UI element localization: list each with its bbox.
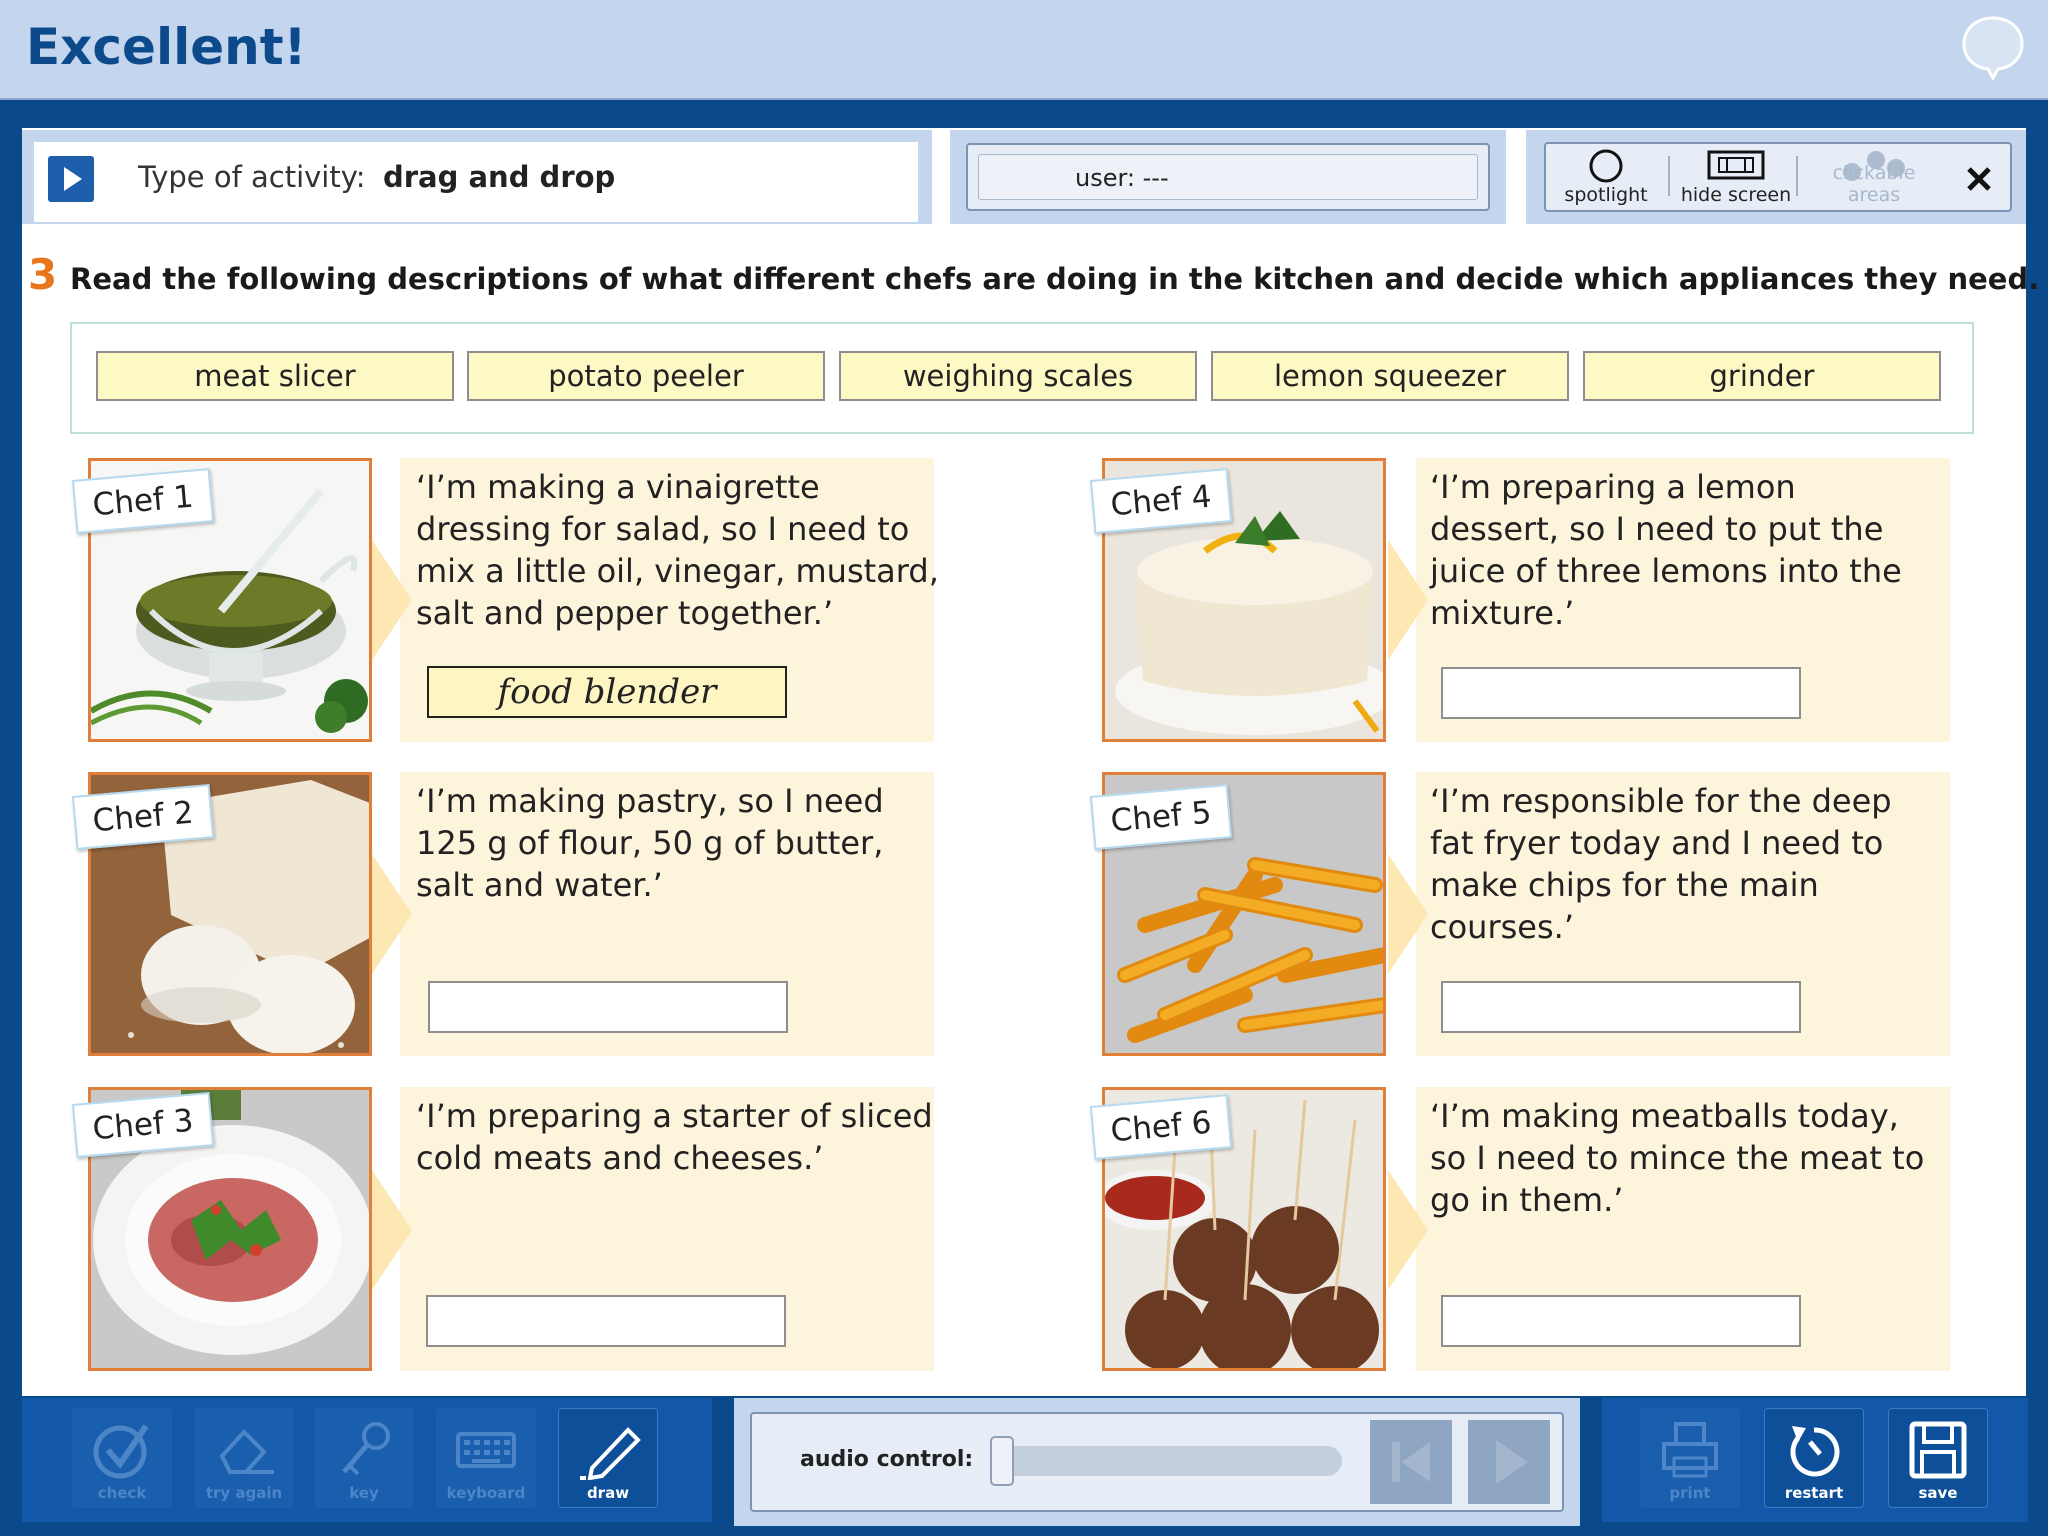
word-chip-lemon-squeezer[interactable]: lemon squeezer [1211,351,1569,401]
tool-divider [1668,156,1670,196]
chef-4-answer-slot[interactable] [1441,667,1801,719]
spotlight-label: spotlight [1564,184,1648,206]
close-icon[interactable] [1966,166,1992,192]
keyboard-icon [456,1432,516,1468]
chef-1-description: ‘I’m making a vinaigrette dressing for s… [416,468,939,632]
user-field [978,154,1478,200]
audio-control-label: audio control: [800,1447,974,1472]
activity-type-value: drag and drop [383,160,616,194]
keyboard-button[interactable]: keyboard [436,1408,536,1508]
activity-type-label: Type of activity: [138,160,366,194]
try-again-button[interactable]: try again [194,1408,294,1508]
save-button[interactable]: save [1888,1408,1988,1508]
exercise-instruction: Read the following descriptions of what … [70,262,2040,296]
pencil-icon [580,1427,641,1480]
check-icon [93,1424,149,1479]
restart-button[interactable]: restart [1764,1408,1864,1508]
spotlight-button[interactable]: spotlight [1552,146,1660,208]
card-pointer [1388,1170,1428,1290]
user-label: user: --- [1075,164,1169,192]
eli-logo-icon [1962,16,2024,80]
key-button[interactable]: key [314,1408,414,1508]
spotlight-icon [1589,149,1623,183]
play-audio-button[interactable] [1468,1420,1550,1504]
clickable-areas-label: clickable areas [1832,162,1916,206]
chef-3-description: ‘I’m preparing a starter of sliced cold … [416,1097,933,1177]
previous-track-button[interactable] [1370,1420,1452,1504]
chef-1-answer-slot[interactable]: food blender [427,666,787,718]
floppy-disk-icon [1909,1421,1967,1479]
word-chip-potato-peeler[interactable]: potato peeler [467,351,825,401]
exercise-number: 3 [28,250,58,299]
chef-5-description: ‘I’m responsible for the deep fat fryer … [1430,782,1892,946]
eraser-icon [219,1429,274,1474]
chef-2-answer-slot[interactable] [428,981,788,1033]
check-button[interactable]: check [72,1408,172,1508]
tool-divider [1796,156,1798,196]
skip-back-icon [1392,1442,1430,1482]
word-chip-weighing-scales[interactable]: weighing scales [839,351,1197,401]
card-pointer [1388,854,1428,974]
audio-progress-track[interactable] [990,1446,1342,1476]
chef-4-description: ‘I’m preparing a lemon dessert, so I nee… [1430,468,1902,632]
restart-icon [1790,1426,1840,1477]
chef-3-answer-slot[interactable] [426,1295,786,1347]
card-pointer [372,854,412,974]
title-bar: Excellent! [0,0,2048,100]
key-icon [342,1422,390,1476]
printer-icon [1662,1422,1718,1478]
chef-5-answer-slot[interactable] [1441,981,1801,1033]
play-instructions-button[interactable] [48,156,94,202]
word-chip-meat-slicer[interactable]: meat slicer [96,351,454,401]
hide-screen-icon [1707,150,1765,180]
print-button[interactable]: print [1640,1408,1740,1508]
chef-2-description: ‘I’m making pastry, so I need 125 g of f… [416,782,884,904]
draw-button[interactable]: draw [558,1408,658,1508]
page-title: Excellent! [26,18,307,76]
chef-6-answer-slot[interactable] [1441,1295,1801,1347]
clickable-areas-button[interactable]: clickable areas [1804,146,1944,208]
chef-6-description: ‘I’m making meatballs today, so I need t… [1430,1097,1925,1219]
card-pointer [372,540,412,660]
hide-screen-label: hide screen [1680,184,1792,206]
play-icon [1496,1440,1528,1484]
card-pointer [1388,540,1428,660]
hide-screen-button[interactable]: hide screen [1676,146,1796,208]
audio-slider-handle[interactable] [990,1436,1014,1486]
card-pointer [372,1170,412,1290]
word-chip-grinder[interactable]: grinder [1583,351,1941,401]
